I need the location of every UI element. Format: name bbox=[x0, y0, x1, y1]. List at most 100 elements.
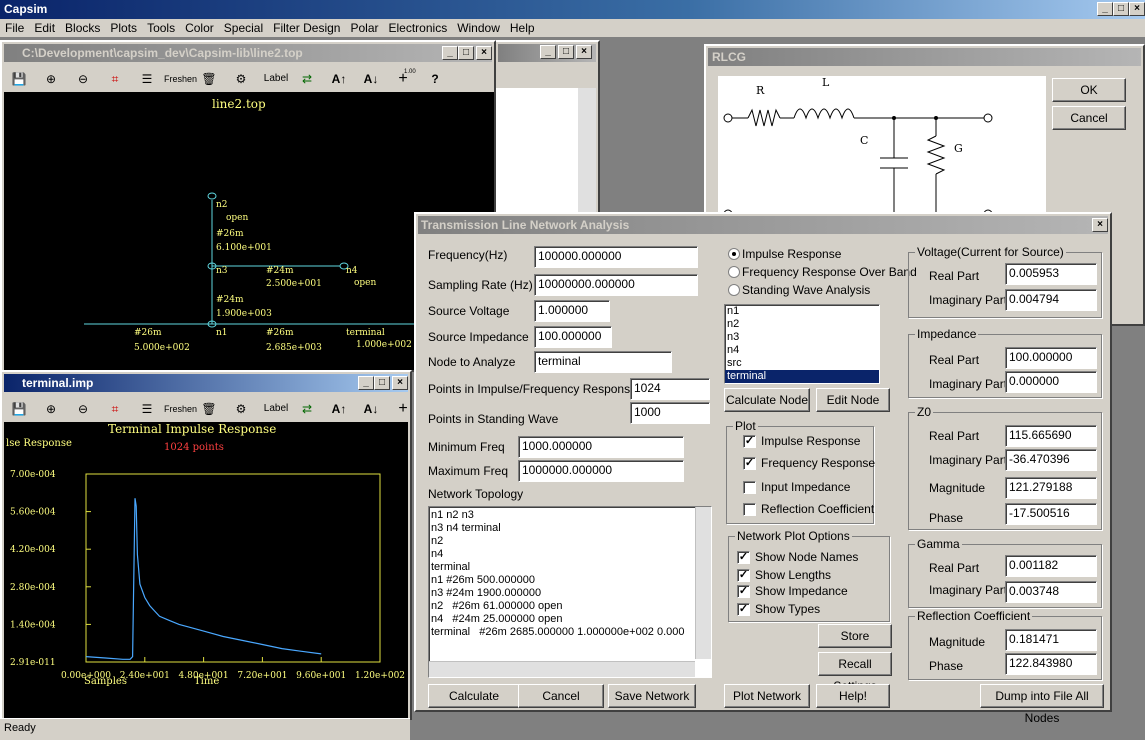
source-impedance-input[interactable]: 100.000000 bbox=[534, 326, 612, 348]
menu-window[interactable]: Window bbox=[452, 19, 505, 35]
z0-imag-field[interactable]: -36.470396 bbox=[1005, 449, 1097, 471]
refresh-icon[interactable]: ⇄ bbox=[294, 68, 320, 90]
voltage-imag-field[interactable]: 0.004794 bbox=[1005, 289, 1097, 311]
t-zoom-plus-button[interactable]: + bbox=[390, 398, 416, 420]
show-impedance-checkbox[interactable]: ✓ bbox=[737, 585, 750, 598]
freshen-button[interactable]: Freshen bbox=[164, 68, 197, 90]
recall-settings-button[interactable]: Recall Settings bbox=[818, 652, 892, 693]
menu-file[interactable]: File bbox=[0, 19, 29, 35]
node-item-n1[interactable]: n1 bbox=[725, 305, 879, 318]
rlcg-cancel-button[interactable]: Cancel bbox=[1052, 106, 1126, 130]
node-item-n3[interactable]: n3 bbox=[725, 331, 879, 344]
terminal-maximize-button[interactable]: □ bbox=[374, 376, 390, 390]
plot-ii-checkbox[interactable] bbox=[743, 481, 756, 494]
label-button[interactable]: Label bbox=[260, 68, 292, 90]
properties-icon[interactable]: ⚙ bbox=[228, 68, 254, 90]
save-network-button[interactable]: Save Network bbox=[608, 684, 696, 708]
max-freq-input[interactable]: 1000000.000000 bbox=[518, 460, 684, 482]
show-lengths-checkbox[interactable]: ✓ bbox=[737, 569, 750, 582]
z0-real-field[interactable]: 115.665690 bbox=[1005, 425, 1097, 447]
maximize-button[interactable]: □ bbox=[1113, 2, 1129, 16]
node-item-n2[interactable]: n2 bbox=[725, 318, 879, 331]
dump-all-nodes-button[interactable]: Dump into File All Nodes bbox=[980, 684, 1104, 725]
node-input[interactable]: terminal bbox=[534, 351, 672, 373]
t-font-down-button[interactable]: A↓ bbox=[358, 398, 384, 420]
sampling-input[interactable]: 10000000.000000 bbox=[534, 274, 698, 296]
points-ir-input[interactable]: 1024 bbox=[630, 378, 710, 400]
t-crop-icon[interactable]: ⌗ bbox=[102, 398, 128, 420]
plot-fr-checkbox[interactable]: ✓ bbox=[743, 457, 756, 470]
line2-close-button[interactable]: × bbox=[476, 46, 492, 60]
store-settings-button[interactable]: Store Settings bbox=[818, 624, 892, 665]
plot-ir-checkbox[interactable]: ✓ bbox=[743, 435, 756, 448]
t-list-icon[interactable]: ☰ bbox=[134, 398, 160, 420]
frequency-input[interactable]: 100000.000000 bbox=[534, 246, 698, 268]
menu-help[interactable]: Help bbox=[505, 19, 540, 35]
t-properties-icon[interactable]: ⚙ bbox=[228, 398, 254, 420]
help-button[interactable]: ? bbox=[422, 68, 448, 90]
impedance-imag-field[interactable]: 0.000000 bbox=[1005, 371, 1097, 393]
points-sw-input[interactable]: 1000 bbox=[630, 402, 710, 424]
font-down-button[interactable]: A↓ bbox=[358, 68, 384, 90]
node-listbox[interactable]: n1 n2 n3 n4 src terminal bbox=[724, 304, 880, 384]
node-item-n4[interactable]: n4 bbox=[725, 344, 879, 357]
menu-polar[interactable]: Polar bbox=[345, 19, 383, 35]
t-freshen-button[interactable]: Freshen bbox=[164, 398, 197, 420]
zoom-plus-button[interactable]: +1.00 bbox=[390, 68, 416, 90]
bg-close-button[interactable]: × bbox=[576, 45, 592, 59]
terminal-window[interactable]: terminal.imp _ □ × 💾 ⊕ ⊖ ⌗ ☰ Freshen 🗑 ⚙… bbox=[0, 370, 412, 720]
edit-node-button[interactable]: Edit Node bbox=[816, 388, 890, 412]
t-save-icon[interactable]: 💾 bbox=[6, 398, 32, 420]
menu-color[interactable]: Color bbox=[180, 19, 219, 35]
close-button[interactable]: × bbox=[1129, 2, 1145, 16]
z0-magnitude-field[interactable]: 121.279188 bbox=[1005, 477, 1097, 499]
gamma-imag-field[interactable]: 0.003748 bbox=[1005, 581, 1097, 603]
node-item-terminal[interactable]: terminal bbox=[725, 370, 879, 383]
calculate-node-button[interactable]: Calculate Node bbox=[724, 388, 810, 412]
zoom-out-icon[interactable]: ⊖ bbox=[70, 68, 96, 90]
save-icon[interactable]: 💾 bbox=[6, 68, 32, 90]
line2-minimize-button[interactable]: _ bbox=[442, 46, 458, 60]
t-refresh-icon[interactable]: ⇄ bbox=[294, 398, 320, 420]
topology-hscroll[interactable] bbox=[429, 661, 695, 677]
radio-impulse-response[interactable] bbox=[728, 248, 740, 260]
tlna-close-button[interactable]: × bbox=[1092, 218, 1108, 232]
menu-tools[interactable]: Tools bbox=[142, 19, 180, 35]
topology-textarea[interactable]: n1 n2 n3 n3 n4 terminal n2 n4 terminal n1 #26… bbox=[428, 506, 712, 678]
min-freq-input[interactable]: 1000.000000 bbox=[518, 436, 684, 458]
menu-plots[interactable]: Plots bbox=[105, 19, 142, 35]
show-node-names-checkbox[interactable]: ✓ bbox=[737, 551, 750, 564]
gamma-real-field[interactable]: 0.001182 bbox=[1005, 555, 1097, 577]
terminal-close-button[interactable]: × bbox=[392, 376, 408, 390]
list-icon[interactable]: ☰ bbox=[134, 68, 160, 90]
t-zoom-out-icon[interactable]: ⊖ bbox=[70, 398, 96, 420]
zoom-in-icon[interactable]: ⊕ bbox=[38, 68, 64, 90]
t-font-up-button[interactable]: A↑ bbox=[326, 398, 352, 420]
impedance-real-field[interactable]: 100.000000 bbox=[1005, 347, 1097, 369]
radio-frequency-response[interactable] bbox=[728, 266, 740, 278]
source-voltage-input[interactable]: 1.000000 bbox=[534, 300, 610, 322]
menu-filter-design[interactable]: Filter Design bbox=[268, 19, 345, 35]
minimize-button[interactable]: _ bbox=[1097, 2, 1113, 16]
t-label-button[interactable]: Label bbox=[260, 398, 292, 420]
topology-vscroll[interactable] bbox=[695, 507, 711, 659]
menu-special[interactable]: Special bbox=[219, 19, 268, 35]
menu-electronics[interactable]: Electronics bbox=[384, 19, 453, 35]
terminal-minimize-button[interactable]: _ bbox=[358, 376, 374, 390]
menu-edit[interactable]: Edit bbox=[29, 19, 60, 35]
font-up-button[interactable]: A↑ bbox=[326, 68, 352, 90]
help-dialog-button[interactable]: Help! bbox=[816, 684, 890, 708]
t-trash-icon[interactable]: 🗑 bbox=[196, 398, 222, 420]
rc-magnitude-field[interactable]: 0.181471 bbox=[1005, 629, 1097, 651]
t-zoom-in-icon[interactable]: ⊕ bbox=[38, 398, 64, 420]
plot-network-button[interactable]: Plot Network bbox=[724, 684, 810, 708]
plot-rc-checkbox[interactable] bbox=[743, 503, 756, 516]
calculate-button[interactable]: Calculate bbox=[428, 684, 520, 708]
bg-minimize-button[interactable]: _ bbox=[540, 45, 556, 59]
trash-icon[interactable]: 🗑 bbox=[196, 68, 222, 90]
bg-maximize-button[interactable]: □ bbox=[558, 45, 574, 59]
line2-maximize-button[interactable]: □ bbox=[458, 46, 474, 60]
crop-icon[interactable]: ⌗ bbox=[102, 68, 128, 90]
ok-button[interactable]: OK bbox=[1052, 78, 1126, 102]
rc-phase-field[interactable]: 122.843980 bbox=[1005, 653, 1097, 675]
